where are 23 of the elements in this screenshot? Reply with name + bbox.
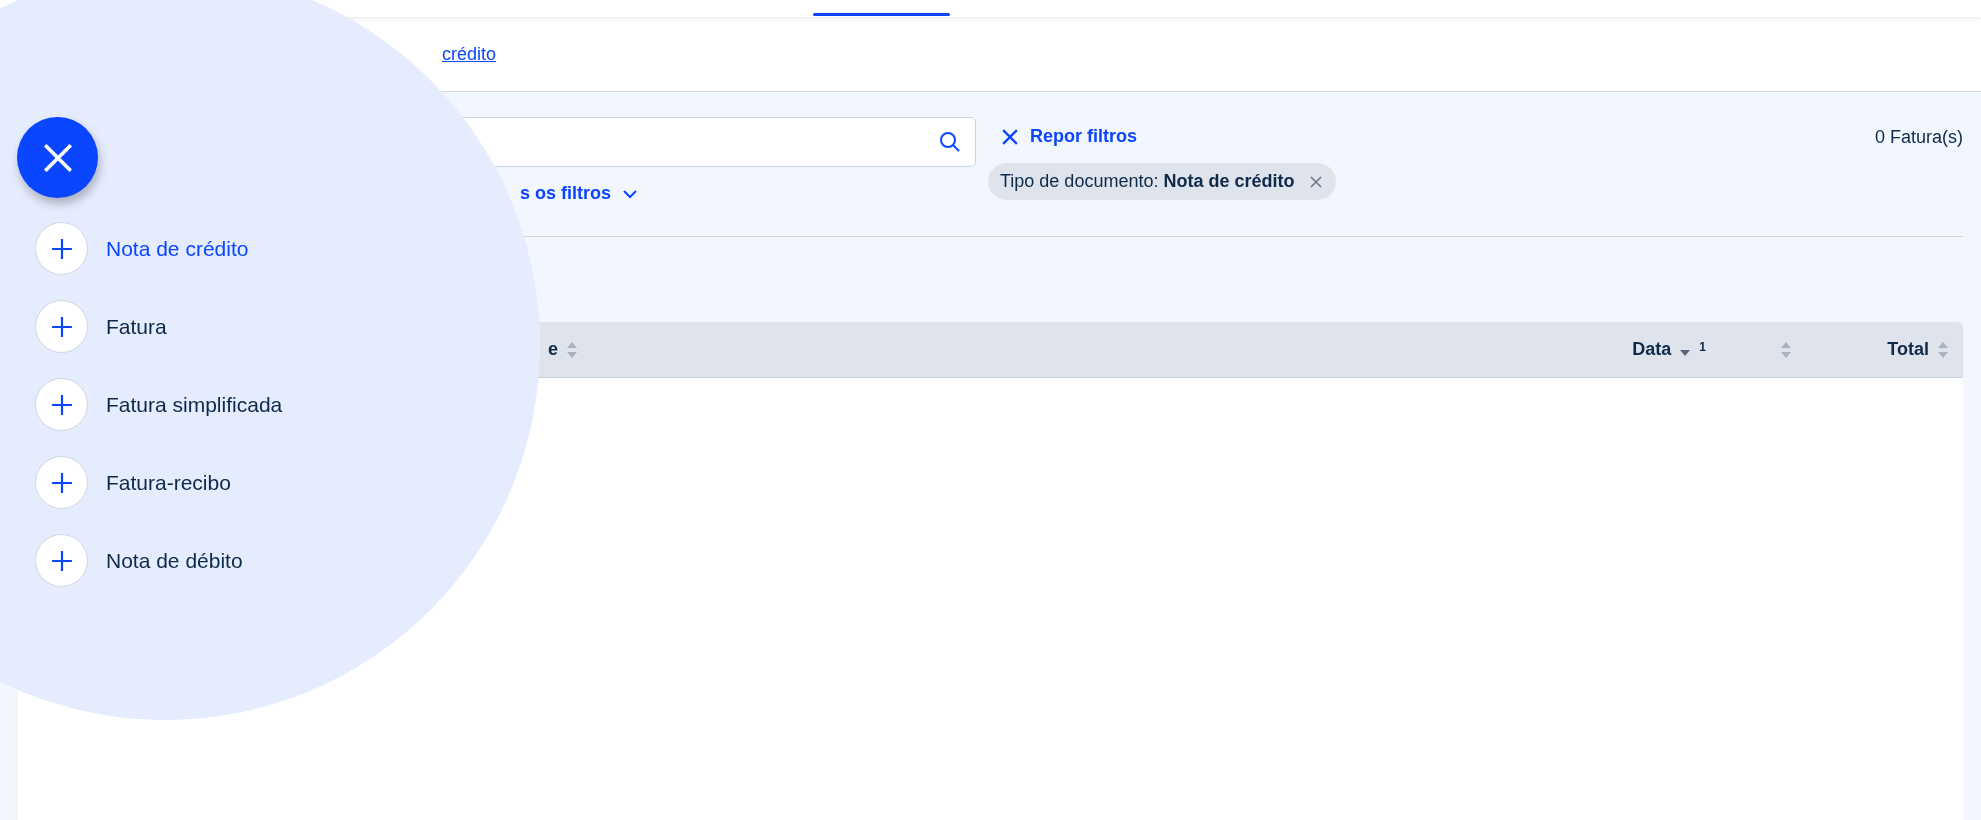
remove-icon[interactable]	[1310, 175, 1323, 188]
close-icon	[1002, 128, 1018, 145]
plus-icon	[50, 393, 73, 416]
column-header[interactable]: Total	[1887, 339, 1929, 360]
filter-chip-text: Tipo de documento: Nota de crédito	[1000, 171, 1295, 192]
menu-item[interactable]: Nota de crédito	[106, 236, 249, 261]
menu-item[interactable]: Nota de débito	[106, 548, 243, 573]
sort-order: 1	[1699, 339, 1706, 354]
reset-filters-button[interactable]: Repor filtros	[988, 122, 1151, 151]
plus-icon	[50, 237, 73, 260]
menu-item[interactable]: Fatura-recibo	[106, 470, 231, 495]
see-all-filters-button[interactable]: s os filtros	[520, 179, 638, 208]
plus-icon	[50, 549, 73, 572]
sort-descending-icon[interactable]	[1679, 348, 1692, 357]
menu-item[interactable]: Fatura simplificada	[106, 392, 283, 417]
search-icon	[938, 130, 962, 154]
caret-icon	[623, 188, 638, 199]
menu-item[interactable]: Fatura	[106, 314, 167, 339]
result-count: 0 Fatura(s)	[1874, 127, 1963, 149]
column-header[interactable]: Data	[1632, 339, 1672, 360]
plus-icon	[50, 315, 73, 338]
column-header[interactable]: e	[548, 339, 558, 360]
plus-icon	[50, 471, 73, 494]
